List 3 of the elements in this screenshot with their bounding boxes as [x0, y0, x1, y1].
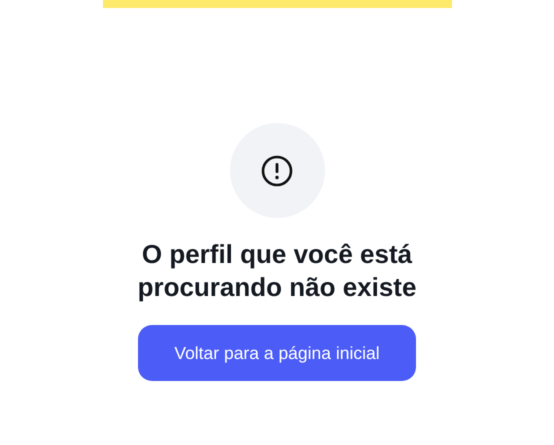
error-heading: O perfil que você está procurando não existe — [136, 238, 418, 304]
home-button[interactable]: Voltar para a página inicial — [138, 325, 416, 381]
exclamation-icon — [261, 154, 293, 186]
